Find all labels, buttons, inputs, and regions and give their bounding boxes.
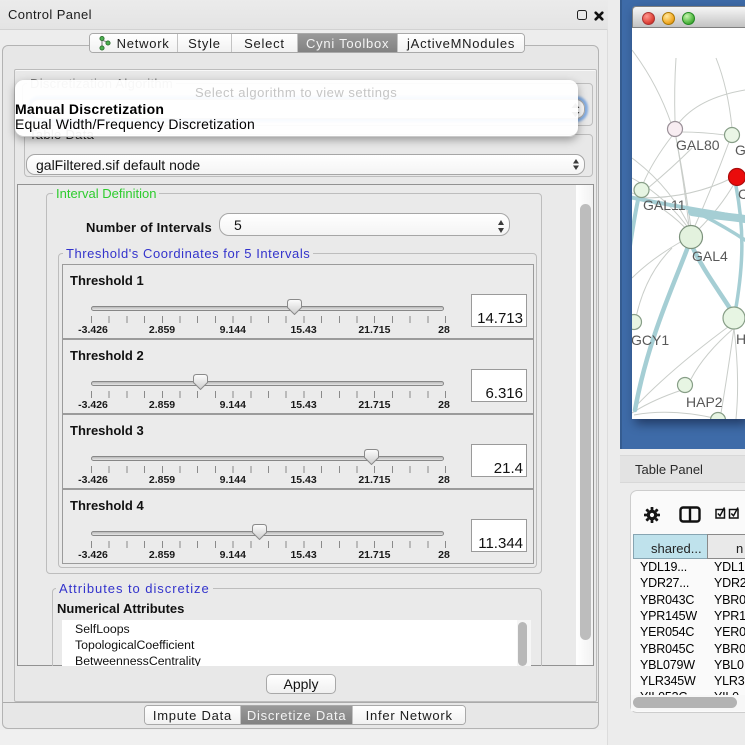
svg-text:GAL11: GAL11	[643, 197, 686, 213]
svg-text:GAL80: GAL80	[676, 137, 720, 153]
svg-text:GAL4: GAL4	[692, 248, 728, 264]
svg-text:GA: GA	[735, 142, 745, 158]
svg-text:H: H	[736, 331, 745, 347]
svg-text:HAP2: HAP2	[686, 394, 723, 410]
svg-text:C: C	[738, 186, 745, 202]
svg-text:GCY1: GCY1	[632, 332, 669, 348]
